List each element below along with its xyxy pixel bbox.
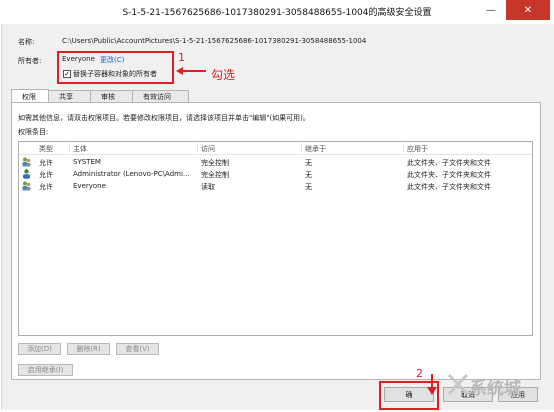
user-group-icon [22, 157, 31, 167]
cell-access: 完全控制 [201, 171, 229, 179]
checkmark-icon: ✓ [64, 69, 70, 78]
view-button[interactable]: 查看(V) [116, 343, 159, 355]
window-title: S-1-5-21-1567625686-1017380291-305848865… [122, 8, 432, 18]
watermark-text: 系统城 [470, 379, 521, 399]
remove-button[interactable]: 删除(R) [67, 343, 110, 355]
column-separator [301, 143, 302, 153]
column-header-principal[interactable]: 主体 [73, 144, 87, 154]
title-bar: S-1-5-21-1567625686-1017380291-305848865… [0, 0, 554, 24]
column-separator [69, 143, 70, 153]
add-button[interactable]: 添加(D) [18, 343, 61, 355]
tab-effective-access[interactable]: 有效访问 [132, 90, 189, 102]
table-row[interactable]: 允许 SYSTEM 完全控制 无 此文件夹、子文件夹和文件 [19, 157, 532, 168]
cell-access: 完全控制 [201, 159, 229, 167]
replace-owner-checkbox[interactable]: ✓ [63, 70, 71, 78]
replace-owner-label: 替换子容器和对象的所有者 [73, 70, 157, 78]
tab-auditing[interactable]: 审核 [90, 90, 133, 102]
cell-principal: Administrator (Lenovo-PC\Admi... [73, 170, 190, 178]
tab-sharing[interactable]: 共享 [48, 90, 91, 102]
minimize-button[interactable]: — [478, 0, 504, 20]
cell-applies-to: 此文件夹、子文件夹和文件 [407, 159, 491, 167]
cell-applies-to: 此文件夹、子文件夹和文件 [407, 183, 491, 191]
cell-inherited-from: 无 [305, 171, 312, 179]
column-separator [197, 143, 198, 153]
annotation-check-hint: 勾选 [211, 68, 236, 82]
annotation-step-1: 1 [178, 51, 185, 64]
user-group-icon [22, 181, 31, 191]
table-row[interactable]: 允许 Everyone 读取 无 此文件夹、子文件夹和文件 [19, 181, 532, 192]
cell-inherited-from: 无 [305, 183, 312, 191]
permission-entries-label: 权限条目: [18, 128, 49, 136]
list-header: 类型 主体 访问 继承于 应用于 [19, 142, 532, 155]
name-value: C:\Users\Public\AccountPictures\S-1-5-21… [62, 37, 367, 45]
cell-principal: Everyone [73, 182, 106, 190]
cell-type: 允许 [39, 159, 53, 167]
column-header-type[interactable]: 类型 [39, 144, 53, 154]
owner-value: Everyone [62, 55, 95, 63]
name-label: 名称: [18, 38, 35, 46]
enable-inheritance-button[interactable]: 启用继承(I) [18, 364, 73, 376]
owner-label: 所有者: [18, 57, 42, 65]
cell-access: 读取 [201, 183, 215, 191]
permission-entries-list[interactable]: 类型 主体 访问 继承于 应用于 允许 SYSTEM 完全控制 无 此文件夹、子… [18, 141, 533, 336]
annotation-arrow-icon [176, 67, 206, 75]
column-header-access[interactable]: 访问 [201, 144, 215, 154]
column-header-applies-to[interactable]: 应用于 [407, 144, 428, 154]
tab-permissions[interactable]: 权限 [11, 89, 49, 103]
cell-type: 允许 [39, 183, 53, 191]
annotation-step-2: 2 [416, 367, 423, 380]
cell-applies-to: 此文件夹、子文件夹和文件 [407, 171, 491, 179]
cell-inherited-from: 无 [305, 159, 312, 167]
cell-type: 允许 [39, 171, 53, 179]
annotation-arrow-icon [427, 374, 437, 395]
user-icon [23, 169, 30, 179]
close-button[interactable]: ✕ [506, 0, 550, 20]
column-header-inherited-from[interactable]: 继承于 [305, 144, 326, 154]
permissions-instructions: 如需其他信息，请双击权限项目。若要修改权限项目，请选择该项目并单击"编辑"(如果… [18, 114, 310, 122]
change-owner-link[interactable]: 更改(C) [100, 55, 124, 65]
table-row[interactable]: 允许 Administrator (Lenovo-PC\Admi... 完全控制… [19, 169, 532, 180]
cell-principal: SYSTEM [73, 158, 101, 166]
watermark-logo-icon [447, 373, 469, 396]
column-separator [403, 143, 404, 153]
